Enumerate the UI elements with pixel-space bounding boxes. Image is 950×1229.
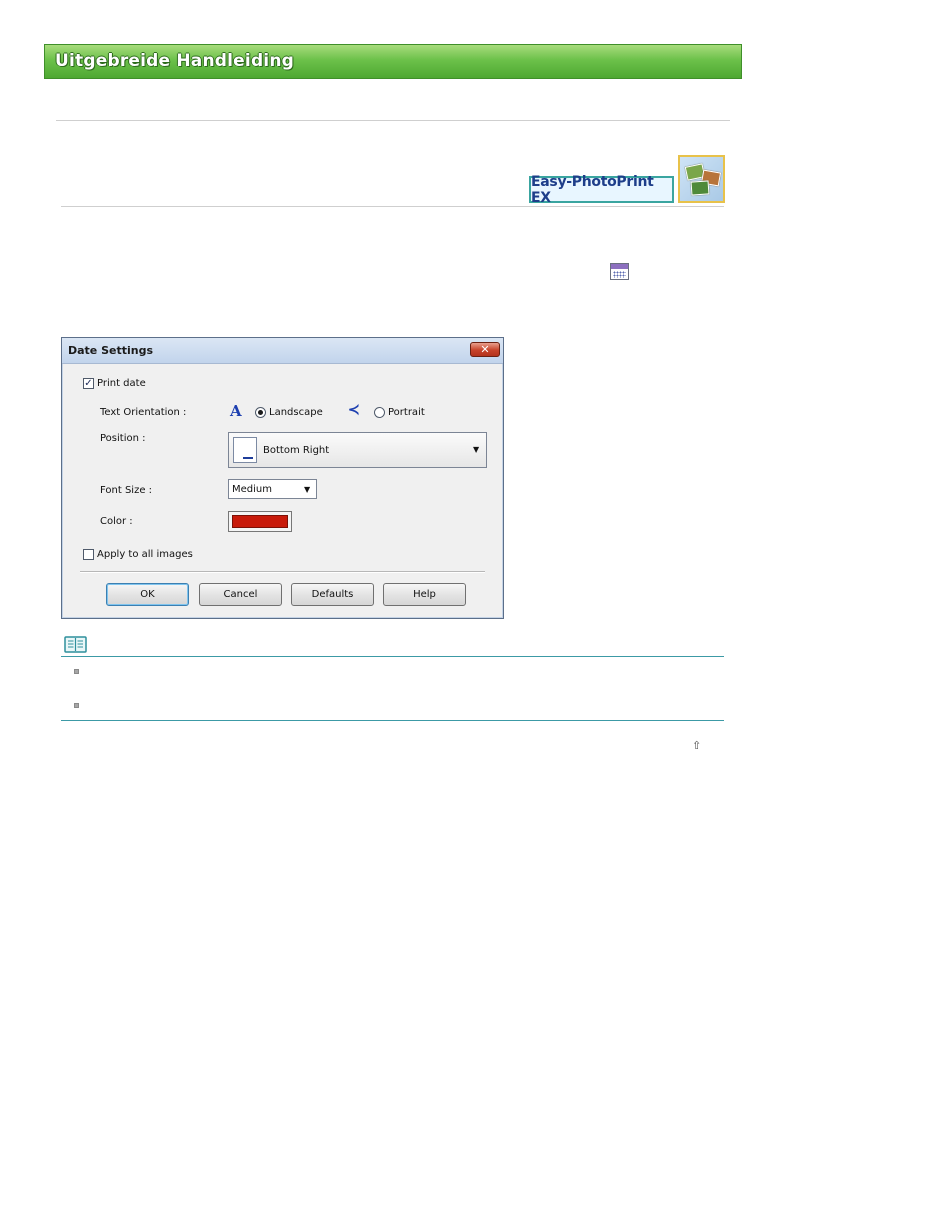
portrait-radio[interactable] <box>374 407 385 418</box>
ok-button[interactable]: OK <box>106 583 189 606</box>
defaults-button[interactable]: Defaults <box>291 583 374 606</box>
chevron-down-icon: ▼ <box>304 485 311 494</box>
dialog-titlebar: Date Settings ✕ <box>62 338 503 364</box>
font-size-label: Font Size : <box>100 485 153 496</box>
position-preview-icon <box>233 437 257 463</box>
landscape-label: Landscape <box>269 407 323 418</box>
landscape-text-icon: A <box>230 402 242 420</box>
dialog-title: Date Settings <box>68 344 154 357</box>
position-dropdown[interactable]: Bottom Right ▼ <box>228 432 487 468</box>
text-orientation-label: Text Orientation : <box>100 407 187 418</box>
font-size-dropdown[interactable]: Medium ▼ <box>228 479 317 499</box>
position-value: Bottom Right <box>263 445 330 456</box>
cancel-button[interactable]: Cancel <box>199 583 282 606</box>
color-label: Color : <box>100 516 133 527</box>
note-book-icon <box>64 636 87 653</box>
print-date-checkbox[interactable]: ✓ <box>83 378 94 389</box>
note-bullet <box>74 703 79 708</box>
apply-all-label: Apply to all images <box>97 549 193 560</box>
photos-app-icon <box>678 155 725 203</box>
banner-title: Uitgebreide Handleiding <box>55 51 295 71</box>
note-bottom-rule <box>61 720 724 721</box>
easy-photoprint-logo: Easy-PhotoPrint EX <box>529 174 674 206</box>
portrait-text-icon: ≺ <box>348 402 360 418</box>
color-button[interactable] <box>228 511 292 532</box>
font-size-value: Medium <box>232 484 272 495</box>
date-settings-dialog: Date Settings ✕ ✓ Print date Text Orient… <box>61 337 504 619</box>
position-label: Position : <box>100 433 146 444</box>
help-button[interactable]: Help <box>383 583 466 606</box>
chevron-down-icon: ▼ <box>473 445 480 454</box>
print-date-label: Print date <box>97 378 146 389</box>
dialog-separator <box>80 571 485 572</box>
note-bullet <box>74 669 79 674</box>
close-button[interactable]: ✕ <box>470 342 500 357</box>
manual-banner: Uitgebreide Handleiding <box>44 44 742 79</box>
note-top-rule <box>61 656 724 657</box>
portrait-label: Portrait <box>388 407 425 418</box>
apply-all-checkbox[interactable] <box>83 549 94 560</box>
back-to-top-icon[interactable]: ⇧ <box>692 739 701 752</box>
title-divider <box>61 206 724 207</box>
color-swatch <box>232 515 288 528</box>
header-divider <box>56 120 730 121</box>
date-settings-icon[interactable] <box>610 263 629 280</box>
landscape-radio[interactable] <box>255 407 266 418</box>
